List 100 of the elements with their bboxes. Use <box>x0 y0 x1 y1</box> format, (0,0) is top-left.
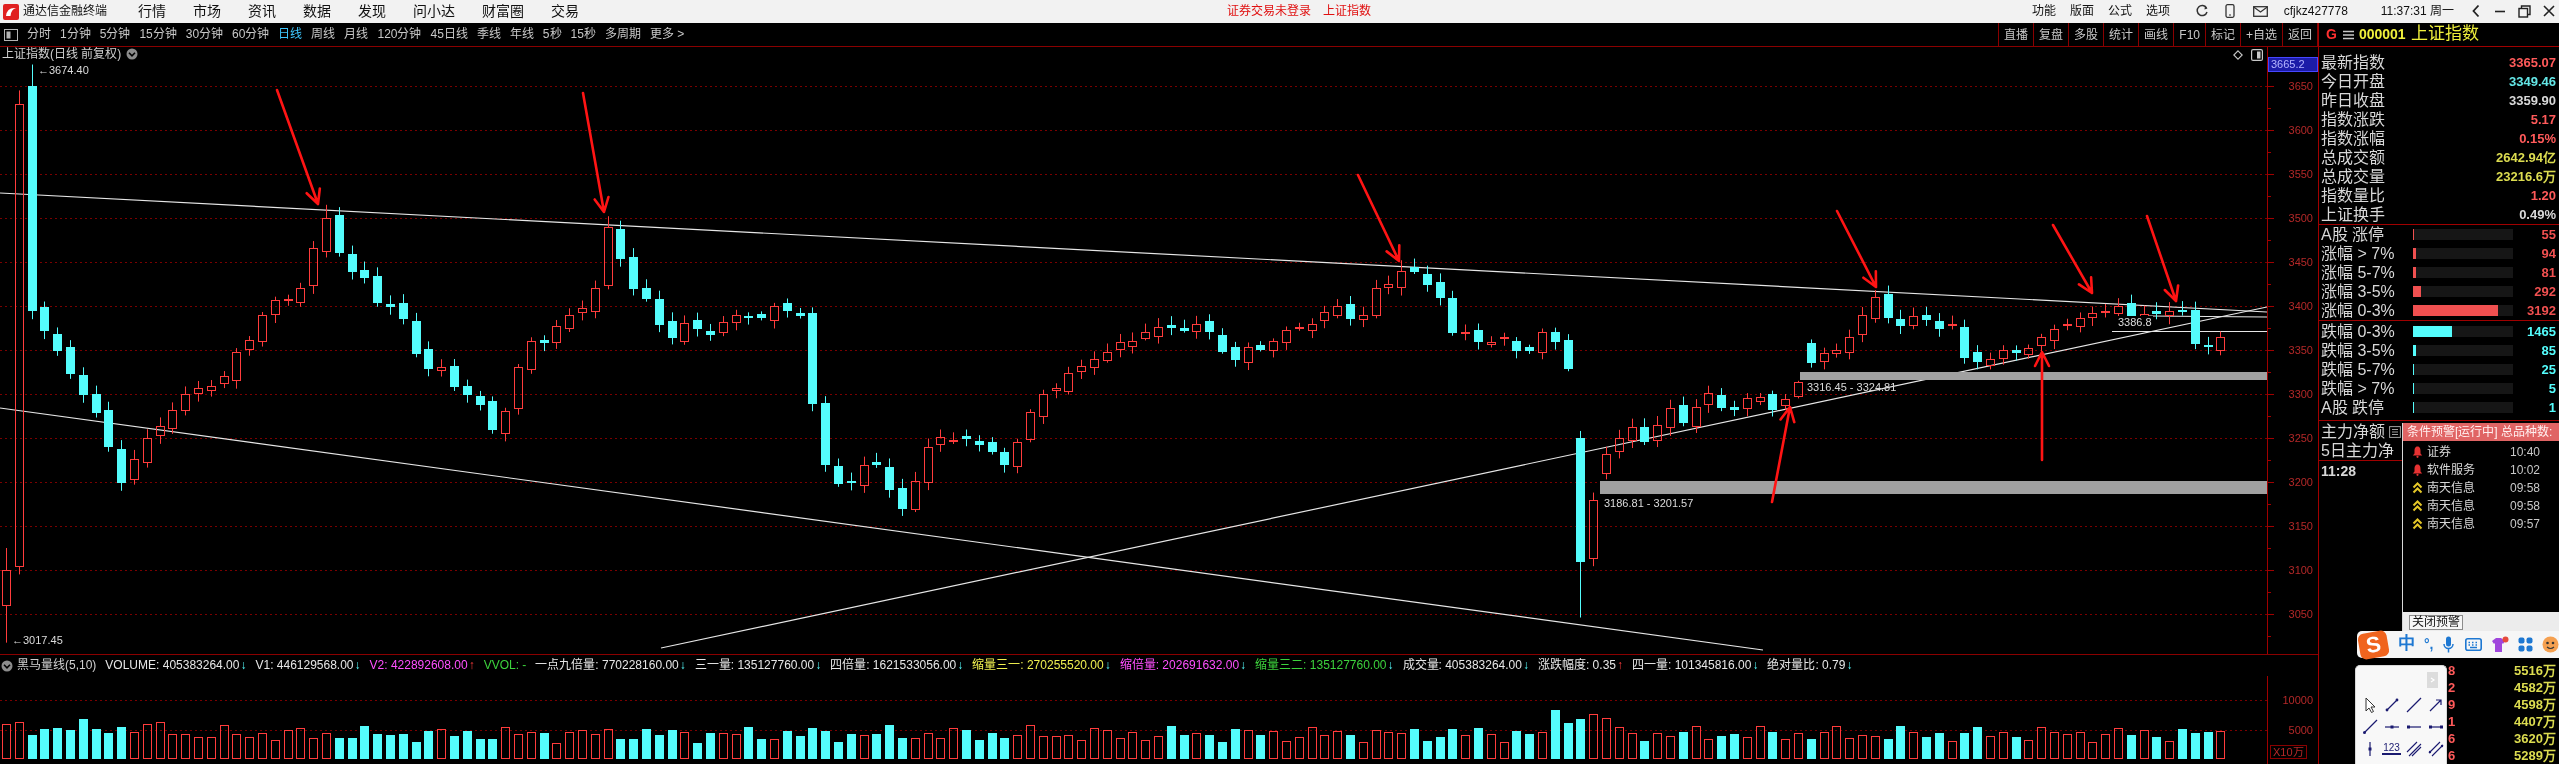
alert-stock-name[interactable]: 南天信息 <box>2427 498 2510 514</box>
period-tab[interactable]: 更多 > <box>649 27 685 42</box>
restore-icon[interactable] <box>2518 5 2531 18</box>
ray-icon[interactable] <box>2361 719 2378 735</box>
microphone-icon[interactable] <box>2442 636 2454 653</box>
period-tab[interactable]: 1分钟 <box>60 27 91 42</box>
chevrons-up-icon <box>2412 482 2423 494</box>
emoji-icon[interactable] <box>2541 636 2559 653</box>
quote-label: 昨日收盘 <box>2321 91 2385 110</box>
menu-item[interactable]: 版面 <box>2069 4 2094 19</box>
period-tab[interactable]: 120分钟 <box>377 27 422 42</box>
breadth-label: A股 涨停 <box>2321 225 2386 244</box>
toolbar-button[interactable]: 返回 <box>2282 23 2318 46</box>
period-tab[interactable]: 多周期 <box>604 27 641 42</box>
menu-item[interactable]: 功能 <box>2031 4 2056 19</box>
fund-flow-label: 主力净额 <box>2321 422 2385 441</box>
shirt-icon[interactable] <box>2490 636 2509 653</box>
period-tab[interactable]: 15秒 <box>570 27 596 42</box>
period-tab[interactable]: 季线 <box>476 27 501 42</box>
indicator-value: 一点九倍量: 770228160.00 <box>535 658 679 673</box>
segment-icon[interactable] <box>2383 697 2400 713</box>
price-axis-label: 3600 <box>2288 123 2313 137</box>
breadth-count: 1465 <box>2527 323 2556 340</box>
menu-item[interactable]: 交易 <box>551 3 579 20</box>
indicator-value: V2: 422892608.00 <box>369 658 468 673</box>
number-label-tool[interactable]: 123 <box>2382 743 2401 755</box>
refresh-icon[interactable] <box>2194 4 2209 19</box>
toolbar-button[interactable]: 标记 <box>2205 23 2240 46</box>
period-tab[interactable]: 5分钟 <box>99 27 131 42</box>
toolbar-button[interactable]: +自选 <box>2240 23 2282 46</box>
alert-stock-name[interactable]: 南天信息 <box>2427 480 2510 496</box>
table-cell: 9 <box>2448 696 2456 713</box>
panel-toggle-icon[interactable] <box>2251 49 2263 61</box>
alert-stock-name[interactable]: 软件服务 <box>2427 462 2510 478</box>
table-cell: 6 <box>2448 747 2456 764</box>
toolbar-button[interactable]: 统计 <box>2103 23 2139 46</box>
envelope-icon[interactable] <box>2252 5 2268 18</box>
quote-value: 5.17 <box>2530 111 2556 128</box>
keyboard-icon[interactable] <box>2464 638 2482 651</box>
menu-item[interactable]: 数据 <box>303 3 331 20</box>
toolbar-button[interactable]: 多股 <box>2068 23 2104 46</box>
period-tab[interactable]: 周线 <box>311 27 336 42</box>
menu-item[interactable]: 行情 <box>138 3 166 20</box>
breadth-label: A股 跌停 <box>2321 398 2386 417</box>
menu-icon[interactable] <box>2342 29 2354 40</box>
period-tab[interactable]: 5秒 <box>542 27 562 42</box>
period-tab[interactable]: 年线 <box>509 27 534 42</box>
trend-arrow: ↓ <box>679 658 686 673</box>
gap-range-label: 3316.45 - 3324.81 <box>1807 381 1897 394</box>
menu-item[interactable]: 公式 <box>2107 4 2132 19</box>
period-tab[interactable]: 45日线 <box>430 27 468 42</box>
bell-icon <box>2412 446 2423 458</box>
menu-item[interactable]: 发现 <box>358 3 386 20</box>
arrow-icon[interactable] <box>2427 697 2444 713</box>
diamond-icon[interactable] <box>2233 50 2243 60</box>
period-tab[interactable]: 日线 <box>278 27 303 42</box>
ime-mode-toggle[interactable]: 中 <box>2398 634 2415 655</box>
price-axis-label: 3150 <box>2288 519 2313 533</box>
period-tab[interactable]: 30分钟 <box>185 27 224 42</box>
volume-unit-label: X10万 <box>2270 745 2307 759</box>
list-icon[interactable] <box>2389 425 2401 438</box>
close-alert-button[interactable]: 关闭预警 <box>2409 615 2463 630</box>
phone-icon[interactable] <box>2224 4 2235 19</box>
toolbar-button[interactable]: F10 <box>2173 23 2205 46</box>
period-tab[interactable]: 月线 <box>344 27 369 42</box>
breadth-label: 涨幅 0-3% <box>2321 301 2396 320</box>
chevron-left-icon[interactable] <box>2471 4 2481 19</box>
grid-icon[interactable] <box>2517 637 2533 652</box>
quote-value: 0.49% <box>2519 206 2556 223</box>
parallel-lines-icon[interactable] <box>2405 741 2422 757</box>
alert-time: 09:58 <box>2510 480 2541 496</box>
menu-item[interactable]: 资讯 <box>248 3 276 20</box>
period-tab[interactable]: 15分钟 <box>139 27 177 42</box>
line-icon[interactable] <box>2405 697 2422 713</box>
table-cell: 6 <box>2448 730 2456 747</box>
dropdown-icon[interactable] <box>1 659 13 672</box>
quote-value: 3359.90 <box>2509 92 2556 109</box>
menu-item[interactable]: 市场 <box>193 3 221 20</box>
table-cell: 4598万 <box>2514 696 2556 713</box>
alert-stock-name[interactable]: 南天信息 <box>2427 516 2510 532</box>
trend-arrow: ↓ <box>1752 658 1759 673</box>
toolbar-button[interactable]: 直播 <box>1998 23 2034 46</box>
menu-item[interactable]: 问小达 <box>413 3 455 20</box>
dropdown-icon[interactable] <box>126 48 139 60</box>
alert-stock-name[interactable]: 证券 <box>2427 444 2510 460</box>
account-name[interactable]: cfjkz427778 <box>2283 4 2348 19</box>
trend-arrow: ↓ <box>1387 658 1394 673</box>
sidebar-toggle-icon[interactable] <box>4 28 18 41</box>
period-tab[interactable]: 分时 <box>27 27 51 42</box>
menu-item[interactable]: 财富圈 <box>482 3 524 20</box>
channel-icon[interactable] <box>2427 741 2444 757</box>
trend-arrow: ↓ <box>1522 658 1529 673</box>
close-icon[interactable] <box>2543 5 2555 18</box>
menu-item[interactable]: 选项 <box>2145 4 2170 19</box>
toolbar-button[interactable]: 画线 <box>2138 23 2174 46</box>
toolbar-button[interactable]: 复盘 <box>2033 23 2069 46</box>
indicator-value: 绝对量比: 0.79 <box>1767 658 1846 673</box>
breadth-label: 涨幅 3-5% <box>2321 282 2396 301</box>
punctuation-toggle[interactable]: °, <box>2424 636 2434 653</box>
period-tab[interactable]: 60分钟 <box>232 27 270 42</box>
